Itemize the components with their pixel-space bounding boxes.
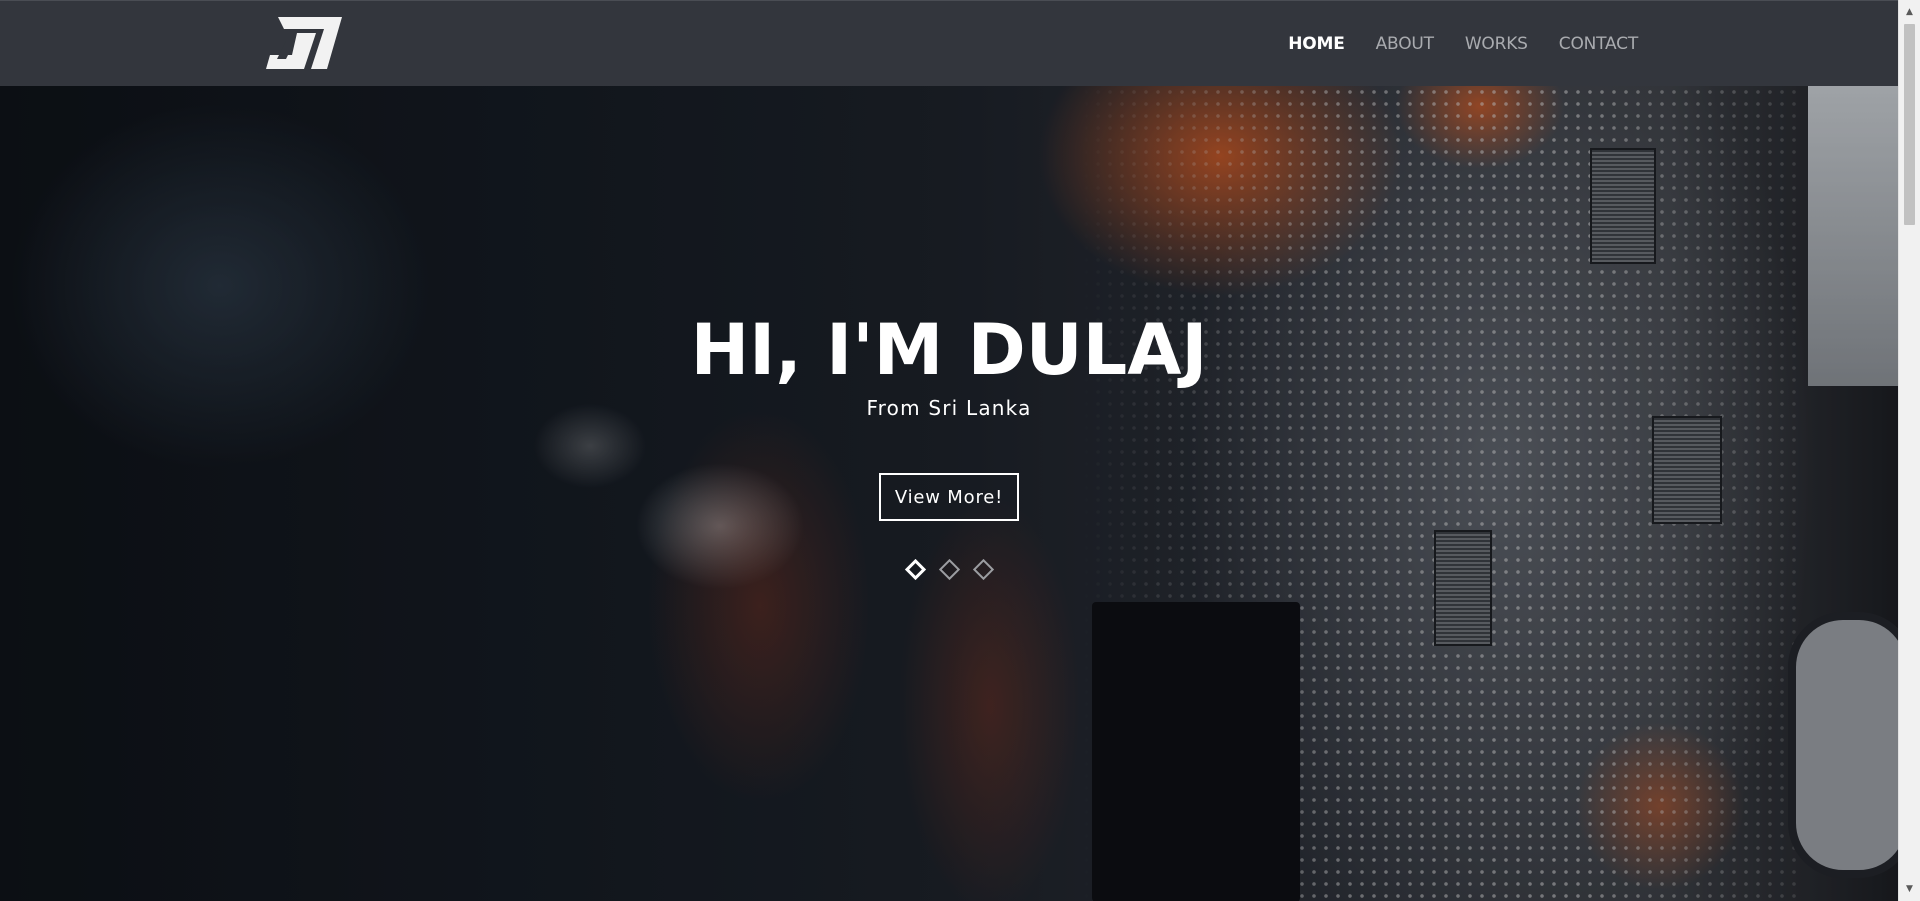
nav-item-contact[interactable]: CONTACT [1559,34,1638,54]
slide-dot-3[interactable] [972,558,994,581]
navbar: HOME ABOUT WORKS CONTACT [0,0,1898,86]
page: HOME ABOUT WORKS CONTACT HI, I'M DULAJ F… [0,0,1920,901]
nav-item-home[interactable]: HOME [1288,34,1345,54]
scroll-up-arrow-icon[interactable]: ▲ [1899,2,1920,22]
nav-menu: HOME ABOUT WORKS CONTACT [1288,1,1638,87]
slide-dot-1[interactable] [904,558,926,581]
slide-dot-2[interactable] [938,558,960,581]
scrollbar-thumb[interactable] [1904,24,1915,225]
logo-icon[interactable] [264,15,344,71]
scroll-down-arrow-icon[interactable]: ▼ [1899,879,1920,899]
hero-section: HI, I'M DULAJ From Sri Lanka View More! [0,86,1898,901]
nav-item-works[interactable]: WORKS [1465,34,1528,54]
vertical-scrollbar[interactable]: ▲ ▼ [1898,0,1920,901]
view-more-button[interactable]: View More! [879,473,1019,521]
hero-subtitle: From Sri Lanka [866,396,1032,420]
hero-content: HI, I'M DULAJ From Sri Lanka View More! [0,86,1898,901]
slider-dots [0,558,1898,581]
nav-item-about[interactable]: ABOUT [1376,34,1434,54]
hero-title: HI, I'M DULAJ [690,309,1208,391]
